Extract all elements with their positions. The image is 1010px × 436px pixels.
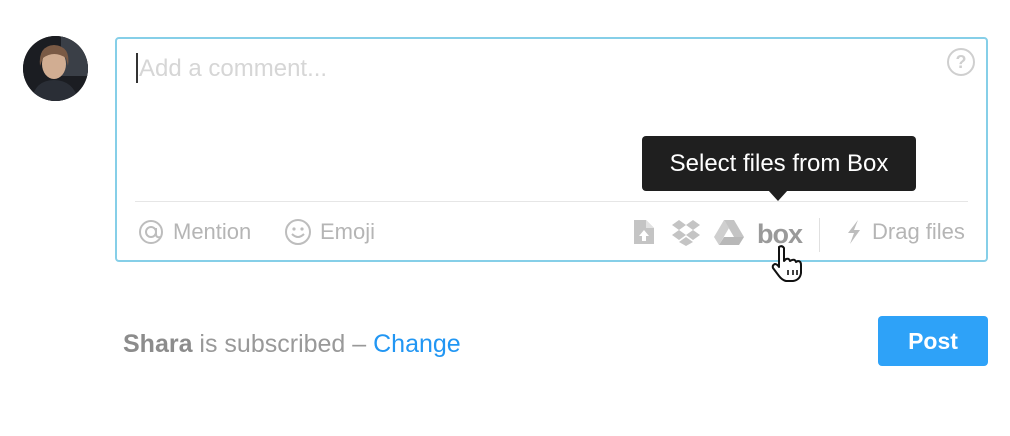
subscribed-text: is subscribed –: [192, 330, 374, 358]
question-circle-icon[interactable]: ?: [947, 48, 975, 76]
tooltip-arrow: [768, 190, 788, 201]
upload-file-icon: [634, 220, 654, 244]
smiley-icon: [285, 219, 311, 245]
toolbar-divider: [135, 201, 968, 202]
mention-label: Mention: [173, 219, 252, 244]
dropbox-button[interactable]: [670, 218, 702, 246]
dropbox-icon: [672, 220, 700, 246]
emoji-label: Emoji: [320, 219, 376, 244]
google-drive-button[interactable]: [713, 218, 745, 246]
drag-files-button[interactable]: Drag files: [842, 218, 965, 246]
user-avatar-image: [23, 36, 88, 101]
toolbar-separator: [819, 218, 820, 252]
emoji-button[interactable]: Emoji: [284, 218, 375, 246]
subscription-status: Shara is subscribed – Change: [123, 330, 461, 359]
upload-file-button[interactable]: [632, 218, 656, 246]
post-button[interactable]: Post: [878, 316, 988, 366]
hand-cursor-icon: [771, 245, 802, 282]
at-sign-icon: [139, 220, 163, 244]
drag-files-label: Drag files: [872, 219, 965, 244]
comment-input[interactable]: [135, 49, 915, 89]
avatar: [23, 36, 88, 101]
mention-button[interactable]: Mention: [137, 218, 251, 246]
lightning-icon: [848, 220, 860, 244]
composer-toolbar: Mention Emoji box Drag files: [117, 214, 986, 254]
box-tooltip: Select files from Box: [642, 136, 916, 191]
help-glyph: ?: [955, 52, 967, 72]
subscriber-name: Shara: [123, 330, 193, 358]
change-subscription-link[interactable]: Change: [373, 330, 461, 358]
google-drive-icon: [714, 220, 744, 245]
tooltip-text: Select files from Box: [669, 149, 889, 177]
